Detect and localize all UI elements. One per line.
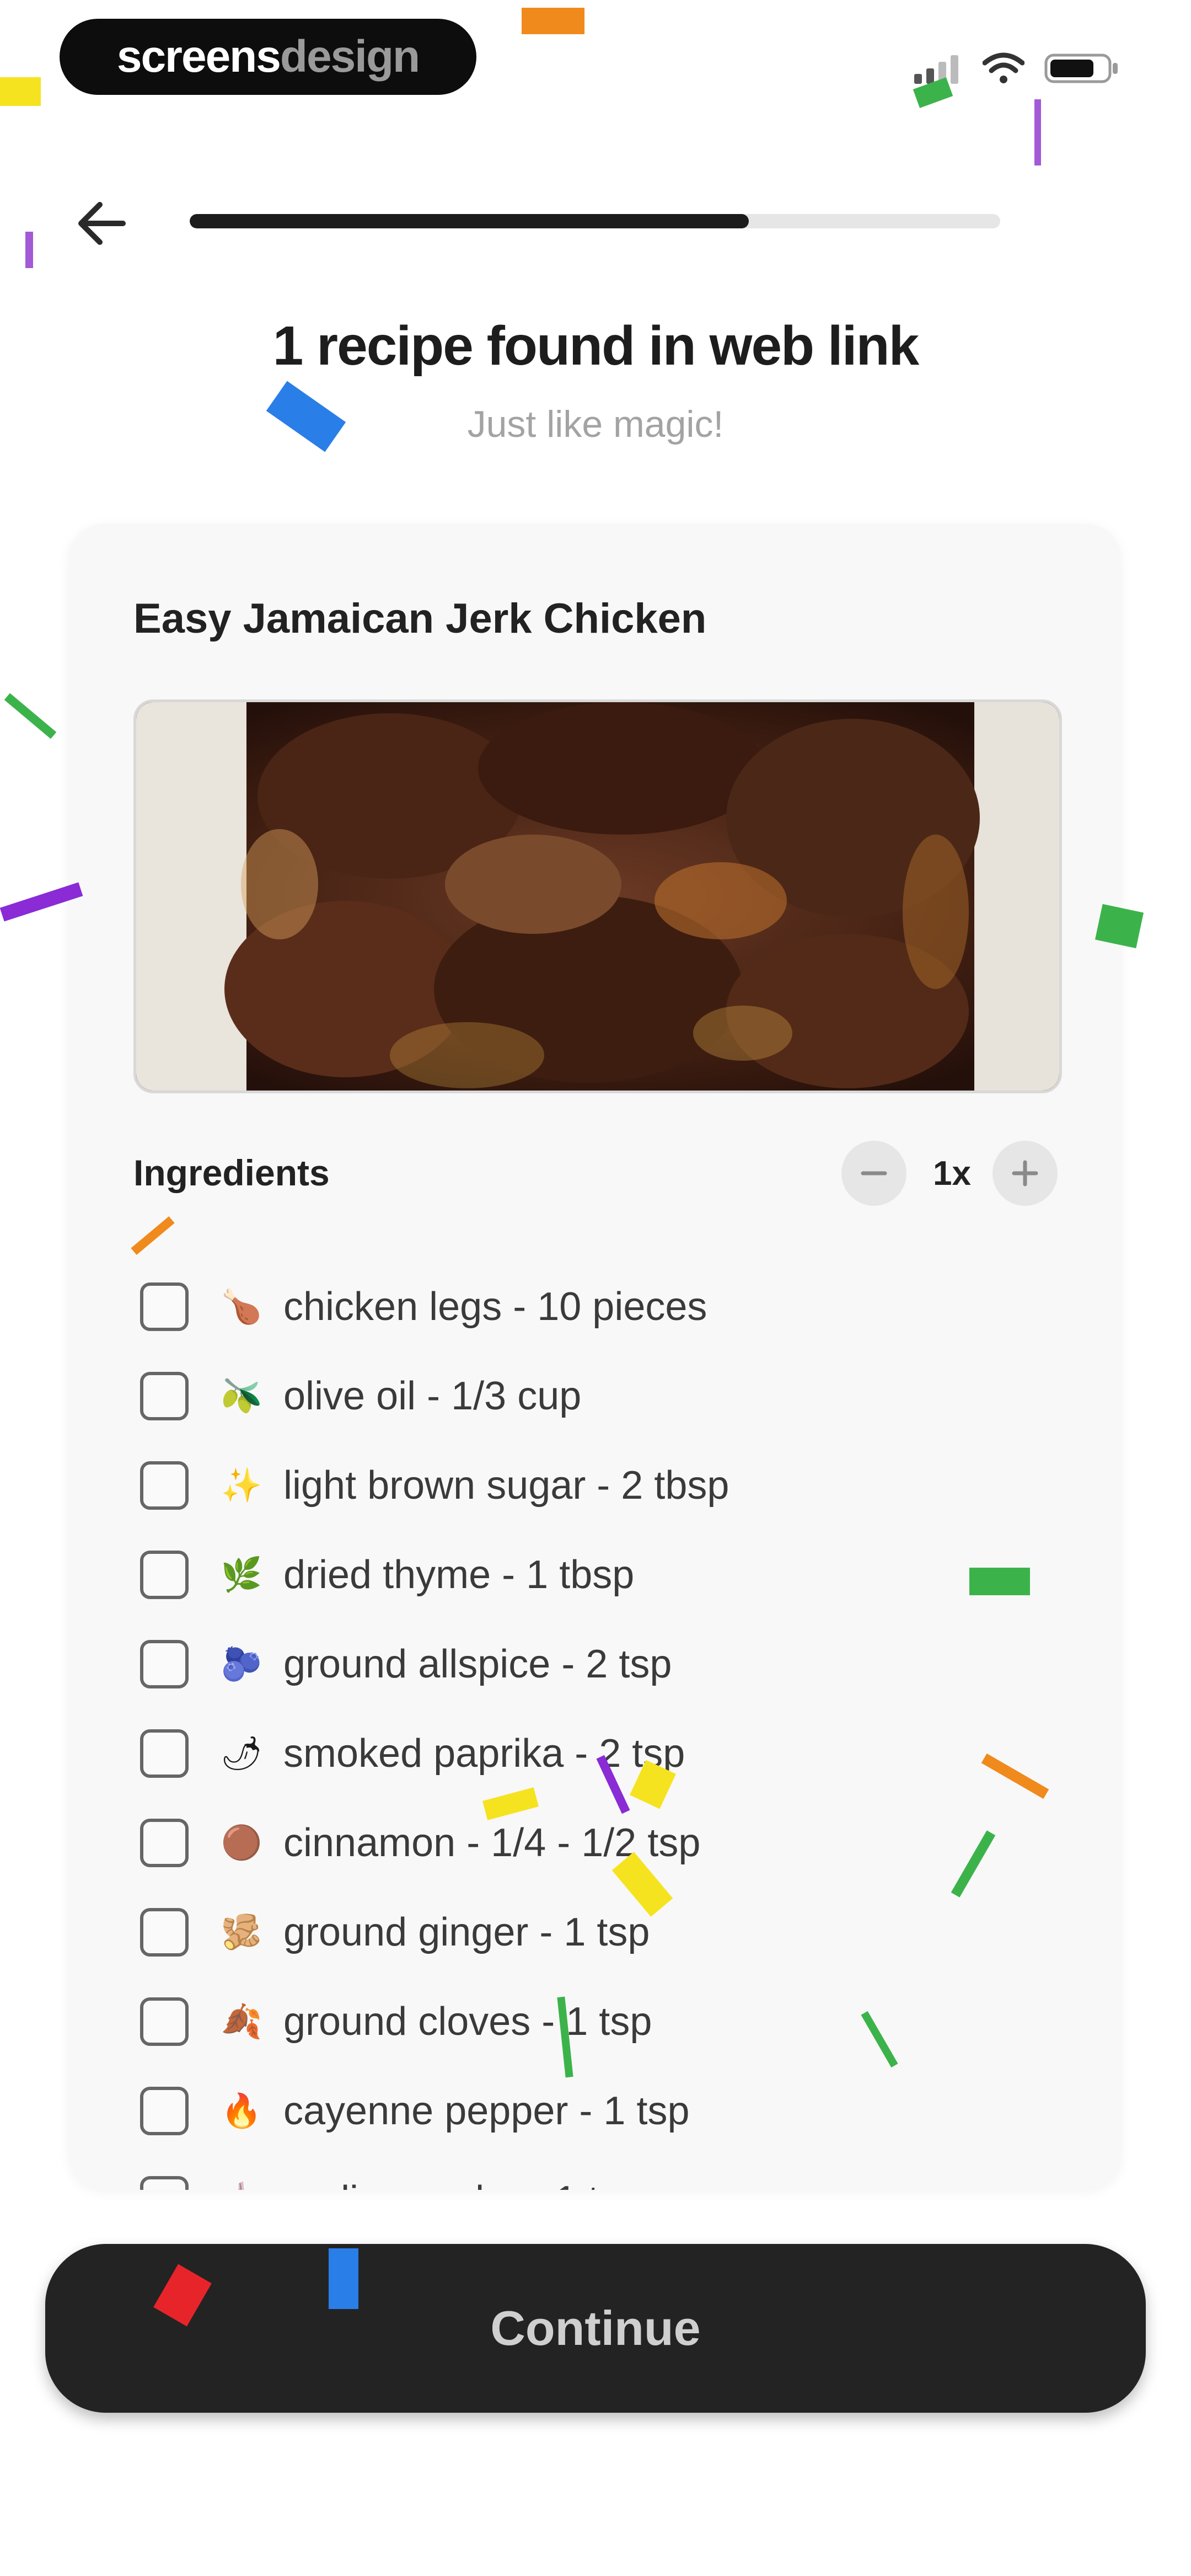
berries-icon: 🫐 (221, 1645, 262, 1682)
ingredient-checkbox[interactable] (140, 1282, 189, 1331)
confetti-piece (25, 232, 33, 268)
ingredient-text: ground ginger - 1 tsp (283, 1910, 650, 1954)
ingredient-list: 🍗 chicken legs - 10 pieces 🫒 olive oil - 1/… (140, 1262, 729, 2190)
continue-button[interactable]: Continue (45, 2244, 1146, 2413)
ingredient-checkbox[interactable] (140, 1372, 189, 1420)
signal-icon (914, 55, 958, 84)
garlic-icon: 🧄 (219, 2178, 264, 2190)
ingredient-checkbox[interactable] (140, 1819, 189, 1867)
spice-icon: 🟤 (221, 1824, 262, 1861)
arrow-left-icon (78, 202, 126, 245)
ingredient-checkbox[interactable] (140, 2087, 189, 2135)
sparkle-icon: ✨ (221, 1467, 262, 1504)
ingredient-row[interactable]: ✨ light brown sugar - 2 tbsp (140, 1441, 729, 1530)
ingredient-row[interactable]: 🌶 smoked paprika - 2 tsp (140, 1709, 729, 1798)
ingredient-row[interactable]: 🫚 ground ginger - 1 tsp (140, 1888, 729, 1977)
page-subtitle: Just like magic! (467, 403, 724, 445)
ingredient-row[interactable]: 🍂 ground cloves - 1 tsp (140, 1977, 729, 2066)
ingredient-text: garlic powder - 1 tsp (283, 2178, 641, 2190)
confetti-piece (1034, 99, 1041, 165)
ingredient-text: smoked paprika - 2 tsp (283, 1731, 685, 1776)
ingredient-text: ground cloves - 1 tsp (283, 2000, 652, 2044)
page-title: 1 recipe found in web link (272, 315, 919, 377)
herb-icon: 🌿 (221, 1556, 262, 1593)
drumstick-icon: 🍗 (221, 1288, 262, 1325)
ingredient-checkbox[interactable] (140, 1729, 189, 1778)
ingredient-row[interactable]: 🍗 chicken legs - 10 pieces (140, 1262, 729, 1351)
brand-word-2: design (280, 31, 420, 82)
ingredient-text: light brown sugar - 2 tbsp (283, 1463, 729, 1508)
wifi-icon (983, 52, 1024, 83)
brand-watermark: screens design (60, 19, 476, 95)
continue-label: Continue (490, 2301, 701, 2355)
progress-fill (190, 214, 749, 228)
ingredient-text: ground allspice - 2 tsp (283, 1642, 672, 1686)
ingredient-checkbox[interactable] (140, 2176, 189, 2190)
ingredients-heading: Ingredients (133, 1152, 330, 1193)
minus-icon (861, 1171, 887, 1175)
battery-icon (1044, 54, 1118, 83)
ingredient-text: cayenne pepper - 1 tsp (283, 2089, 690, 2133)
recipe-photo (133, 699, 1062, 1093)
ingredient-checkbox[interactable] (140, 1461, 189, 1510)
ingredient-checkbox[interactable] (140, 1908, 189, 1957)
chili-pepper-icon: 🌶 (220, 1735, 263, 1772)
ingredient-text: chicken legs - 10 pieces (283, 1285, 707, 1329)
ingredient-checkbox[interactable] (140, 1551, 189, 1599)
recipe-import-screen: screens design 1 recipe found in web link… (0, 0, 1191, 2576)
brand-word-1: screens (116, 31, 281, 82)
back-button[interactable] (66, 188, 138, 259)
ingredient-text: dried thyme - 1 tbsp (283, 1553, 635, 1597)
ingredient-row[interactable]: 🌿 dried thyme - 1 tbsp (140, 1530, 729, 1620)
progress-bar (190, 214, 1000, 228)
ingredient-row[interactable]: 🫒 olive oil - 1/3 cup (140, 1351, 729, 1441)
confetti-piece (4, 693, 57, 739)
fire-icon: 🔥 (221, 2092, 262, 2129)
ingredient-checkbox[interactable] (140, 1997, 189, 2046)
increase-servings-button[interactable] (993, 1141, 1058, 1206)
cloves-icon: 🍂 (221, 2003, 262, 2040)
decrease-servings-button[interactable] (841, 1141, 906, 1206)
confetti-piece (522, 8, 584, 34)
ingredient-text: cinnamon - 1/4 - 1/2 tsp (283, 1821, 701, 1865)
plus-icon (1012, 1160, 1038, 1187)
servings-value: 1x (933, 1154, 971, 1193)
ginger-icon: 🫚 (221, 1914, 262, 1950)
ingredient-checkbox[interactable] (140, 1640, 189, 1688)
recipe-card: Easy Jamaican Jerk Chicken Ingredients 1… (68, 524, 1122, 2190)
status-bar-icons (912, 46, 1119, 90)
ingredient-row[interactable]: 🔥 cayenne pepper - 1 tsp (140, 2066, 729, 2156)
ingredient-row[interactable]: 🧄 garlic powder - 1 tsp (140, 2156, 729, 2190)
ingredient-row[interactable]: 🟤 cinnamon - 1/4 - 1/2 tsp (140, 1798, 729, 1888)
confetti-piece (0, 77, 41, 106)
recipe-title: Easy Jamaican Jerk Chicken (133, 595, 707, 642)
servings-stepper: 1x (841, 1141, 1058, 1206)
olive-icon: 🫒 (221, 1377, 262, 1414)
ingredient-text: olive oil - 1/3 cup (283, 1374, 582, 1418)
ingredient-row[interactable]: 🫐 ground allspice - 2 tsp (140, 1620, 729, 1709)
